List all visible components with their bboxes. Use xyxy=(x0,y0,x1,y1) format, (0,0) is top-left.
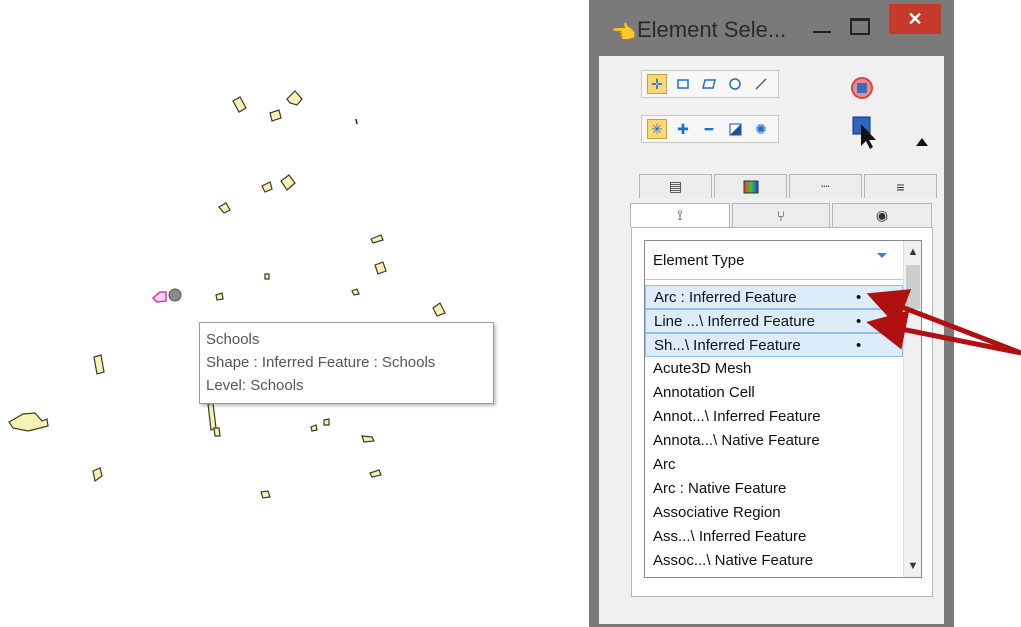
maximize-button[interactable] xyxy=(845,10,875,46)
minimize-button[interactable] xyxy=(807,10,837,46)
block-icon[interactable] xyxy=(673,74,693,94)
tab-row-2: ⟟ ⑂ ◉ xyxy=(630,203,934,227)
list-item[interactable]: Assoc...\ Native Feature xyxy=(645,549,903,573)
parcel[interactable] xyxy=(355,118,358,125)
app-icon: 👈 xyxy=(611,22,636,44)
new-icon[interactable]: ✳ xyxy=(647,119,667,139)
list-item[interactable]: Ass...\ Inferred Feature xyxy=(645,525,903,549)
parcel[interactable] xyxy=(264,273,270,280)
parcel[interactable] xyxy=(260,490,271,499)
tab-color[interactable] xyxy=(714,174,787,198)
sort-icon[interactable] xyxy=(877,253,887,258)
parcel[interactable] xyxy=(207,402,217,431)
list-item[interactable]: Acute3D Mesh xyxy=(645,357,903,381)
mode-toolbar: ✳ ✚ ━ ✺ xyxy=(641,115,779,143)
parcel[interactable] xyxy=(218,202,231,214)
selected-element-marker[interactable] xyxy=(168,288,182,302)
tab-row-1: ▤ ┈ ≡ xyxy=(639,174,939,198)
tooltip-level: Level: Schools xyxy=(206,377,304,394)
selected-dot: • xyxy=(856,289,862,306)
parcel[interactable] xyxy=(369,469,382,478)
close-button[interactable]: ✕ xyxy=(889,4,941,34)
tab-line-style[interactable]: ┈ xyxy=(789,174,862,198)
parcel[interactable] xyxy=(213,427,221,437)
element-type-list: Element Type Arc : Inferred Feature • Lin… xyxy=(644,240,922,578)
tooltip-type: Shape : Inferred Feature : Schools xyxy=(206,354,436,371)
element-type-header: Element Type xyxy=(653,252,745,269)
list-item[interactable]: Annot...\ Inferred Feature xyxy=(645,405,903,429)
parcel[interactable] xyxy=(361,435,375,443)
invert-icon[interactable] xyxy=(725,119,745,139)
tab-class[interactable]: ⑂ xyxy=(732,203,830,227)
expand-arrow-icon[interactable] xyxy=(916,138,928,146)
list-scrollbar[interactable]: ▲ ▼ xyxy=(903,241,921,577)
parcel[interactable] xyxy=(310,424,318,432)
tooltip-title: Schools xyxy=(206,331,260,348)
parcel[interactable] xyxy=(232,96,247,113)
parcel[interactable] xyxy=(280,174,296,191)
parcel[interactable] xyxy=(92,467,103,483)
parcel[interactable] xyxy=(8,412,49,432)
clear-all-icon[interactable]: ✺ xyxy=(751,119,771,139)
subtract-icon[interactable]: ━ xyxy=(699,119,719,139)
clear-selection-icon[interactable] xyxy=(851,77,873,99)
shape-icon[interactable] xyxy=(699,74,719,94)
list-header[interactable]: Element Type xyxy=(645,241,903,280)
parcel[interactable] xyxy=(432,302,446,317)
element-tooltip: Schools Shape : Inferred Feature : Schoo… xyxy=(199,322,494,404)
parcel[interactable] xyxy=(370,234,384,244)
add-icon[interactable]: ✚ xyxy=(673,119,693,139)
parcel[interactable] xyxy=(215,292,224,301)
parcel[interactable] xyxy=(374,261,387,275)
parcel[interactable] xyxy=(286,90,303,106)
list-item[interactable]: Arc : Native Feature xyxy=(645,477,903,501)
circle-icon[interactable] xyxy=(725,74,745,94)
tab-levels[interactable]: ▤ xyxy=(639,174,712,198)
list-item[interactable]: Annotation Cell xyxy=(645,381,903,405)
parcel[interactable] xyxy=(269,109,282,122)
window-title: Element Sele... xyxy=(637,17,787,42)
parcel[interactable] xyxy=(261,181,273,193)
parcel[interactable] xyxy=(323,418,330,426)
list-item[interactable]: Associative Region xyxy=(645,501,903,525)
method-toolbar: ✛ xyxy=(641,70,779,98)
selected-dot: • xyxy=(856,337,862,354)
list-item[interactable]: Sh...\ Inferred Feature • xyxy=(645,333,903,357)
parcel[interactable] xyxy=(93,354,105,375)
scroll-up-icon[interactable]: ▲ xyxy=(904,243,921,261)
selection-cursor-icon[interactable] xyxy=(852,116,876,150)
list-item[interactable]: Annota...\ Native Feature xyxy=(645,429,903,453)
list-item[interactable]: Arc xyxy=(645,453,903,477)
selected-dot: • xyxy=(856,313,862,330)
scroll-down-icon[interactable]: ▼ xyxy=(904,557,921,575)
tab-type[interactable]: ⟟ xyxy=(630,203,730,227)
tab-view[interactable]: ◉ xyxy=(832,203,932,227)
element-icon[interactable]: ✛ xyxy=(647,74,667,94)
title-bar[interactable]: 👈 Element Sele... ✕ xyxy=(589,0,954,56)
highlighted-parcel[interactable] xyxy=(151,291,167,303)
list-item[interactable]: Arc : Inferred Feature • xyxy=(645,285,903,309)
scroll-thumb[interactable] xyxy=(906,265,920,309)
list-rows: Arc : Inferred Feature • Line ...\ Inferr… xyxy=(645,285,903,573)
line-icon[interactable] xyxy=(751,74,771,94)
list-item[interactable]: Line ...\ Inferred Feature • xyxy=(645,309,903,333)
tab-weight[interactable]: ≡ xyxy=(864,174,937,198)
parcel[interactable] xyxy=(351,288,360,296)
